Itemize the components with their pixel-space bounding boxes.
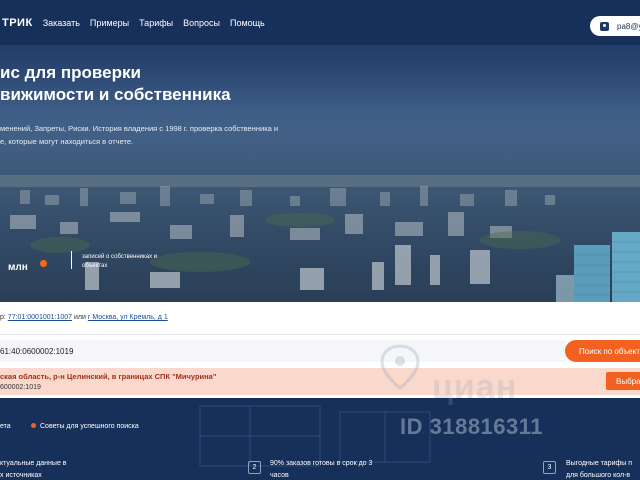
user-icon [600, 21, 609, 31]
hero-description: менений, Запреты, Риски. История владени… [0, 122, 300, 148]
hero-title-line2: вижимости и собственника [0, 85, 231, 104]
select-button[interactable]: Выбра [606, 372, 640, 390]
stat-label: записей о собственниках и объектах [82, 254, 158, 269]
nav-item-order[interactable]: Заказать [43, 18, 80, 28]
example-or: или [73, 314, 86, 321]
stat-dot-icon [40, 260, 47, 267]
account-email: pa8@ya [617, 21, 640, 31]
nav-item-questions[interactable]: Вопросы [183, 18, 220, 28]
nav-item-examples[interactable]: Примеры [90, 18, 129, 28]
stat-value: млн [8, 262, 28, 273]
tab-search-tips[interactable]: Советы для успешного поиска [40, 423, 139, 430]
divider [0, 334, 640, 335]
nav-item-tariffs[interactable]: Тарифы [139, 18, 173, 28]
hero-title: ис для проверки вижимости и собственника [0, 62, 300, 106]
result-address: ская область, р-н Целинский, в границах … [0, 372, 217, 381]
feature-3: Выгодные тарифы п для большого кол-в [566, 458, 632, 480]
search-button[interactable]: Поиск по объекта [565, 340, 640, 362]
tab-dot-icon [31, 423, 36, 428]
logo[interactable]: ТРИК [2, 17, 33, 29]
feature-2-line2: часов [270, 472, 289, 479]
feature-3-line1: Выгодные тарифы п [566, 460, 633, 467]
feature-2: 90% заказов готовы в срок до 3 часов [270, 458, 372, 480]
feature-1: ктуальные данные в х источниках [0, 458, 67, 480]
result-cadastral-number: 600002:1019 [0, 384, 41, 391]
example-address-link[interactable]: г Москва, ул Кремль, д 1 [88, 314, 168, 321]
feature-3-line2: для большого кол-в [566, 472, 631, 479]
watermark-id: ID 318816311 [400, 414, 544, 439]
feature-2-number: 2 [248, 461, 261, 474]
feature-3-number: 3 [543, 461, 556, 474]
search-example: р: 77:01:0001001:1007 или г Москва, ул К… [0, 314, 168, 321]
feature-1-line1: ктуальные данные в [0, 460, 67, 467]
feature-2-line1: 90% заказов готовы в срок до 3 [270, 460, 373, 467]
stat-divider [71, 251, 72, 269]
hero-title-line1: ис для проверки [0, 63, 141, 82]
example-cadastral-link[interactable]: 77:01:0001001:1007 [8, 314, 72, 321]
hero-desc-line2: е, которые могут находиться в отчете. [0, 137, 134, 146]
search-input[interactable] [0, 340, 566, 362]
nav-item-help[interactable]: Помощь [230, 18, 265, 28]
main-nav: Заказать Примеры Тарифы Вопросы Помощь [43, 18, 265, 28]
example-prefix: р: [0, 314, 6, 321]
tab-report[interactable]: ета [0, 423, 11, 430]
top-header: ТРИК Заказать Примеры Тарифы Вопросы Пом… [0, 0, 640, 45]
hero-desc-line1: менений, Запреты, Риски. История владени… [0, 124, 279, 133]
watermark-brand: циан [432, 368, 518, 406]
account-button[interactable]: pa8@ya [590, 16, 640, 36]
feature-1-line2: х источниках [0, 472, 42, 479]
